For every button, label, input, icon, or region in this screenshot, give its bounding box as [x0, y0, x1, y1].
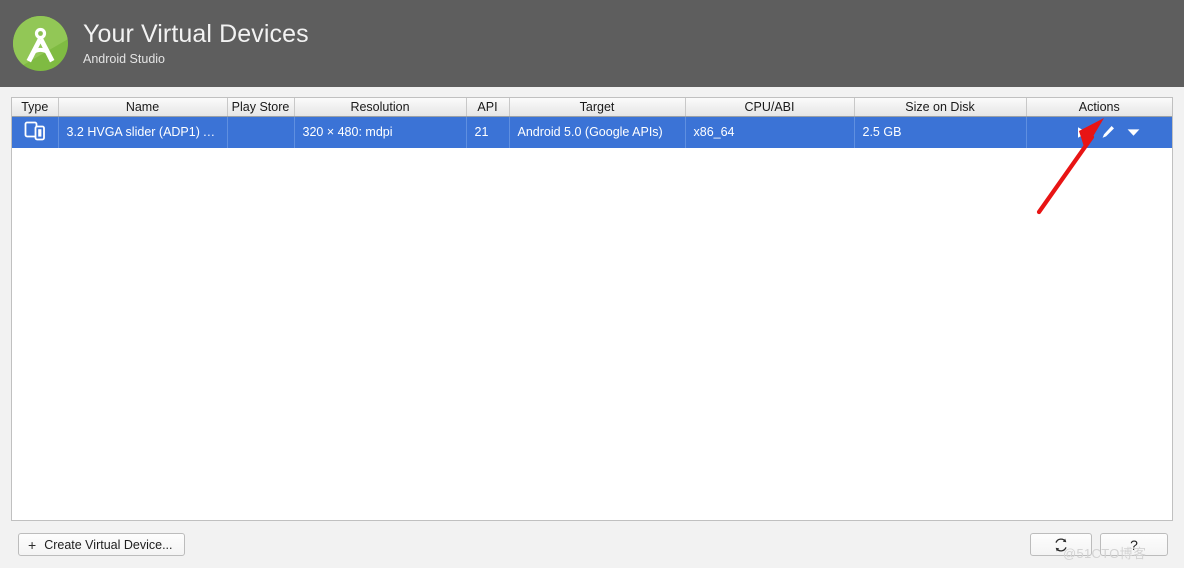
play-icon	[1078, 126, 1088, 138]
page-subtitle: Android Studio	[83, 52, 166, 66]
column-header-cpu-abi[interactable]: CPU/ABI	[685, 98, 855, 117]
column-header-target[interactable]: Target	[509, 98, 686, 117]
create-virtual-device-label: Create Virtual Device...	[44, 537, 173, 552]
cell-target: Android 5.0 (Google APIs)	[509, 116, 686, 148]
create-virtual-device-button[interactable]: + Create Virtual Device...	[18, 533, 186, 556]
header-text-block: Your Virtual Devices Android Studio	[83, 20, 309, 67]
chevron-down-icon	[1127, 129, 1140, 136]
column-header-resolution[interactable]: Resolution	[294, 98, 467, 117]
plus-icon: +	[28, 536, 37, 553]
android-studio-compass-glyph	[26, 27, 55, 63]
column-header-name[interactable]: Name	[58, 98, 228, 117]
table-header-row: Type Name Play Store Resolution API Targ…	[12, 98, 1172, 117]
edit-device-button[interactable]	[1101, 125, 1115, 139]
table-row[interactable]: 3.2 HVGA slider (ADP1) API ... 320 × 480…	[12, 116, 1172, 148]
page-header: Your Virtual Devices Android Studio	[0, 0, 1184, 87]
cell-play-store	[227, 116, 295, 148]
column-header-play-store[interactable]: Play Store	[227, 98, 295, 117]
cell-actions	[1026, 116, 1172, 148]
virtual-devices-table-panel: Type Name Play Store Resolution API Targ…	[11, 97, 1173, 521]
launch-device-button[interactable]	[1076, 126, 1089, 139]
column-header-actions[interactable]: Actions	[1026, 98, 1172, 117]
column-header-type[interactable]: Type	[12, 98, 59, 117]
cell-cpu-abi: x86_64	[685, 116, 855, 148]
page-title: Your Virtual Devices	[83, 20, 309, 48]
cell-resolution: 320 × 480: mdpi	[294, 116, 467, 148]
phone-tablet-device-icon	[24, 121, 46, 141]
android-studio-logo-icon	[13, 16, 68, 71]
device-menu-button[interactable]	[1127, 128, 1140, 137]
virtual-devices-table: Type Name Play Store Resolution API Targ…	[12, 98, 1172, 148]
pencil-icon	[1102, 126, 1114, 139]
cell-api: 21	[466, 116, 510, 148]
watermark: @51CTO博客	[1063, 546, 1147, 561]
cell-name: 3.2 HVGA slider (ADP1) API ...	[58, 116, 228, 148]
cell-type	[12, 116, 59, 148]
column-header-api[interactable]: API	[466, 98, 510, 117]
column-header-size-on-disk[interactable]: Size on Disk	[854, 98, 1027, 117]
cell-size-on-disk: 2.5 GB	[854, 116, 1027, 148]
